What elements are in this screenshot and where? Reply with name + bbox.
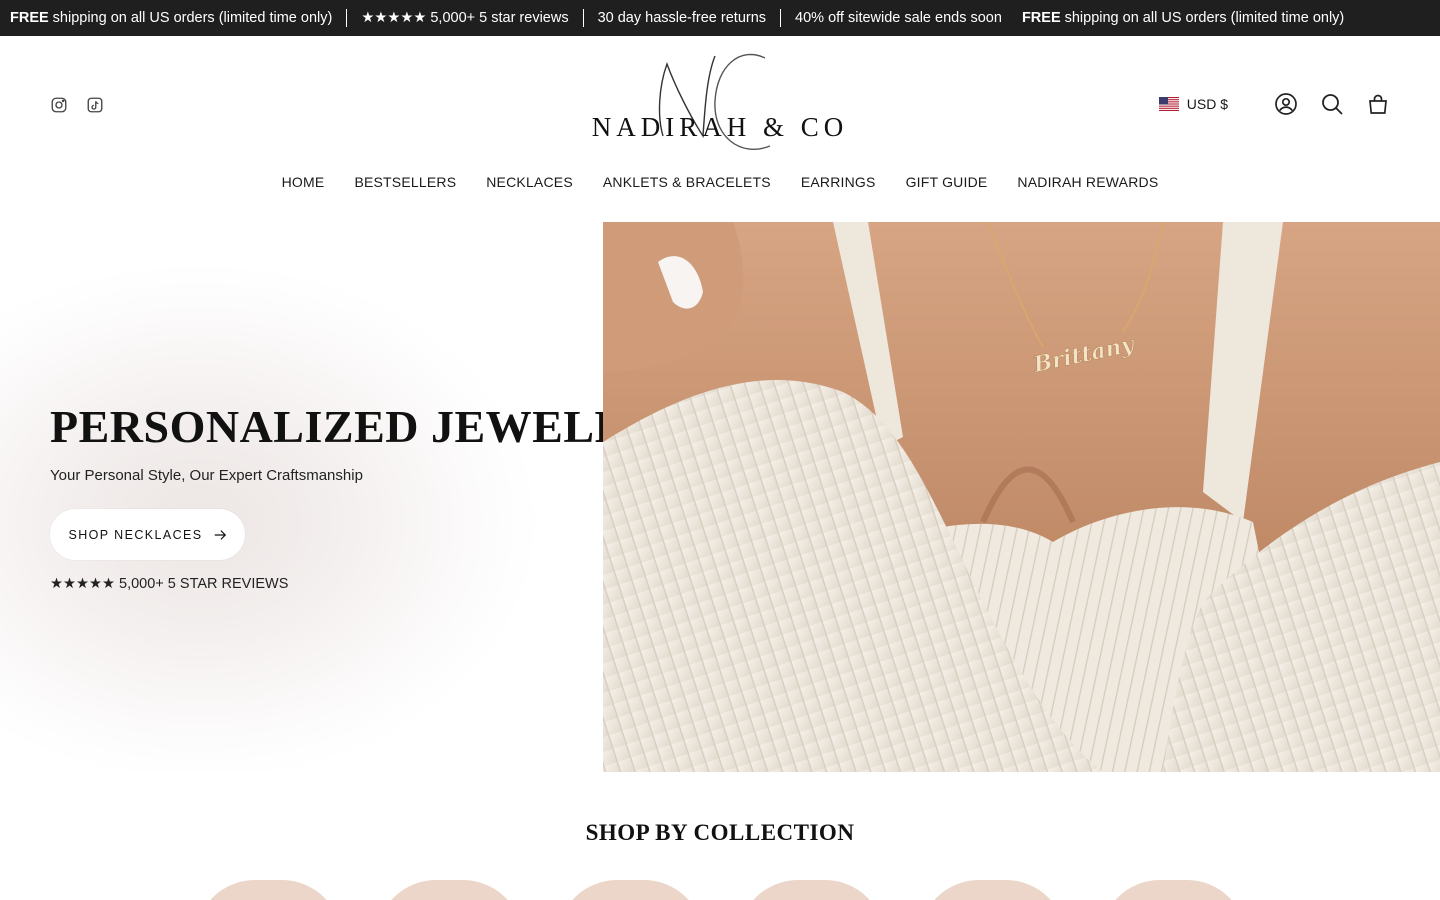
- announcement-text: 40% off sitewide sale ends soon: [795, 10, 1002, 26]
- announcement-item-free-shipping-repeat: FREE shipping on all US orders (limited …: [1022, 10, 1344, 26]
- announcement-item-free-shipping: FREE shipping on all US orders (limited …: [10, 10, 332, 26]
- arrow-right-icon: [214, 529, 226, 540]
- header-actions: USD $: [1158, 92, 1390, 116]
- announcement-track: FREE shipping on all US orders (limited …: [10, 0, 1344, 36]
- tiktok-link[interactable]: [86, 96, 104, 114]
- hero-title: PERSONALIZED JEWELRY: [50, 401, 661, 452]
- hero-reviews: ★★★★★ 5,000+ 5 STAR REVIEWS: [50, 576, 289, 592]
- hero-text-panel: PERSONALIZED JEWELRY Your Personal Style…: [0, 222, 660, 772]
- collection-card[interactable]: [376, 880, 523, 900]
- announcement-item-returns: 30 day hassle-free returns: [598, 10, 766, 26]
- hero-image: Brittany: [603, 222, 1440, 772]
- main-nav: HOME BESTSELLERS NECKLACES ANKLETS & BRA…: [0, 174, 1440, 190]
- nav-item-earrings[interactable]: EARRINGS: [801, 174, 876, 190]
- collection-card[interactable]: [1100, 880, 1247, 900]
- nav-item-home[interactable]: HOME: [282, 174, 325, 190]
- site-header: NADIRAH & CO USD $: [0, 36, 1440, 176]
- announcement-text: shipping on all US orders (limited time …: [52, 10, 333, 26]
- logo-text: NADIRAH & CO: [591, 112, 849, 142]
- collection-card[interactable]: [919, 880, 1066, 900]
- nav-item-gift-guide[interactable]: GIFT GUIDE: [906, 174, 988, 190]
- announcement-bold: FREE: [1021, 10, 1061, 26]
- instagram-icon: [51, 97, 67, 113]
- social-links: [50, 96, 104, 114]
- announcement-divider: [346, 9, 348, 27]
- hero-photo-illustration: Brittany: [603, 222, 1440, 772]
- announcement-divider: [780, 9, 782, 27]
- announcement-item-sale: 40% off sitewide sale ends soon: [795, 10, 1002, 26]
- hero-banner: PERSONALIZED JEWELRY Your Personal Style…: [0, 222, 1440, 772]
- currency-selector[interactable]: USD $: [1158, 96, 1228, 112]
- announcement-text: ★★★★★ 5,000+ 5 star reviews: [361, 10, 569, 26]
- announcement-item-reviews: ★★★★★ 5,000+ 5 star reviews: [361, 10, 568, 26]
- search-icon[interactable]: [1320, 92, 1344, 116]
- nav-item-anklets-bracelets[interactable]: ANKLETS & BRACELETS: [603, 174, 771, 190]
- collections-row: [195, 880, 1247, 900]
- tiktok-icon: [87, 97, 103, 113]
- cart-icon[interactable]: [1366, 92, 1390, 116]
- shop-necklaces-button[interactable]: SHOP NECKLACES: [50, 509, 245, 560]
- us-flag-icon: [1158, 97, 1179, 111]
- nav-item-necklaces[interactable]: NECKLACES: [486, 174, 573, 190]
- hero-subtitle: Your Personal Style, Our Expert Craftsma…: [50, 467, 363, 484]
- announcement-text: 30 day hassle-free returns: [597, 10, 767, 26]
- brand-logo[interactable]: NADIRAH & CO: [585, 46, 855, 160]
- announcement-bold: FREE: [10, 10, 49, 26]
- account-icon[interactable]: [1274, 92, 1298, 116]
- announcement-bar: FREE shipping on all US orders (limited …: [0, 0, 1440, 36]
- shop-necklaces-label: SHOP NECKLACES: [68, 527, 203, 542]
- announcement-divider: [582, 9, 584, 27]
- nav-item-bestsellers[interactable]: BESTSELLERS: [354, 174, 456, 190]
- currency-label: USD $: [1186, 96, 1228, 112]
- collections-title: SHOP BY COLLECTION: [585, 820, 855, 845]
- nav-item-nadirah-rewards[interactable]: NADIRAH REWARDS: [1017, 174, 1158, 190]
- collection-card[interactable]: [738, 880, 885, 900]
- collection-card[interactable]: [557, 880, 704, 900]
- instagram-link[interactable]: [50, 96, 68, 114]
- announcement-text: shipping on all US orders (limited time …: [1064, 10, 1345, 26]
- collection-card[interactable]: [195, 880, 342, 900]
